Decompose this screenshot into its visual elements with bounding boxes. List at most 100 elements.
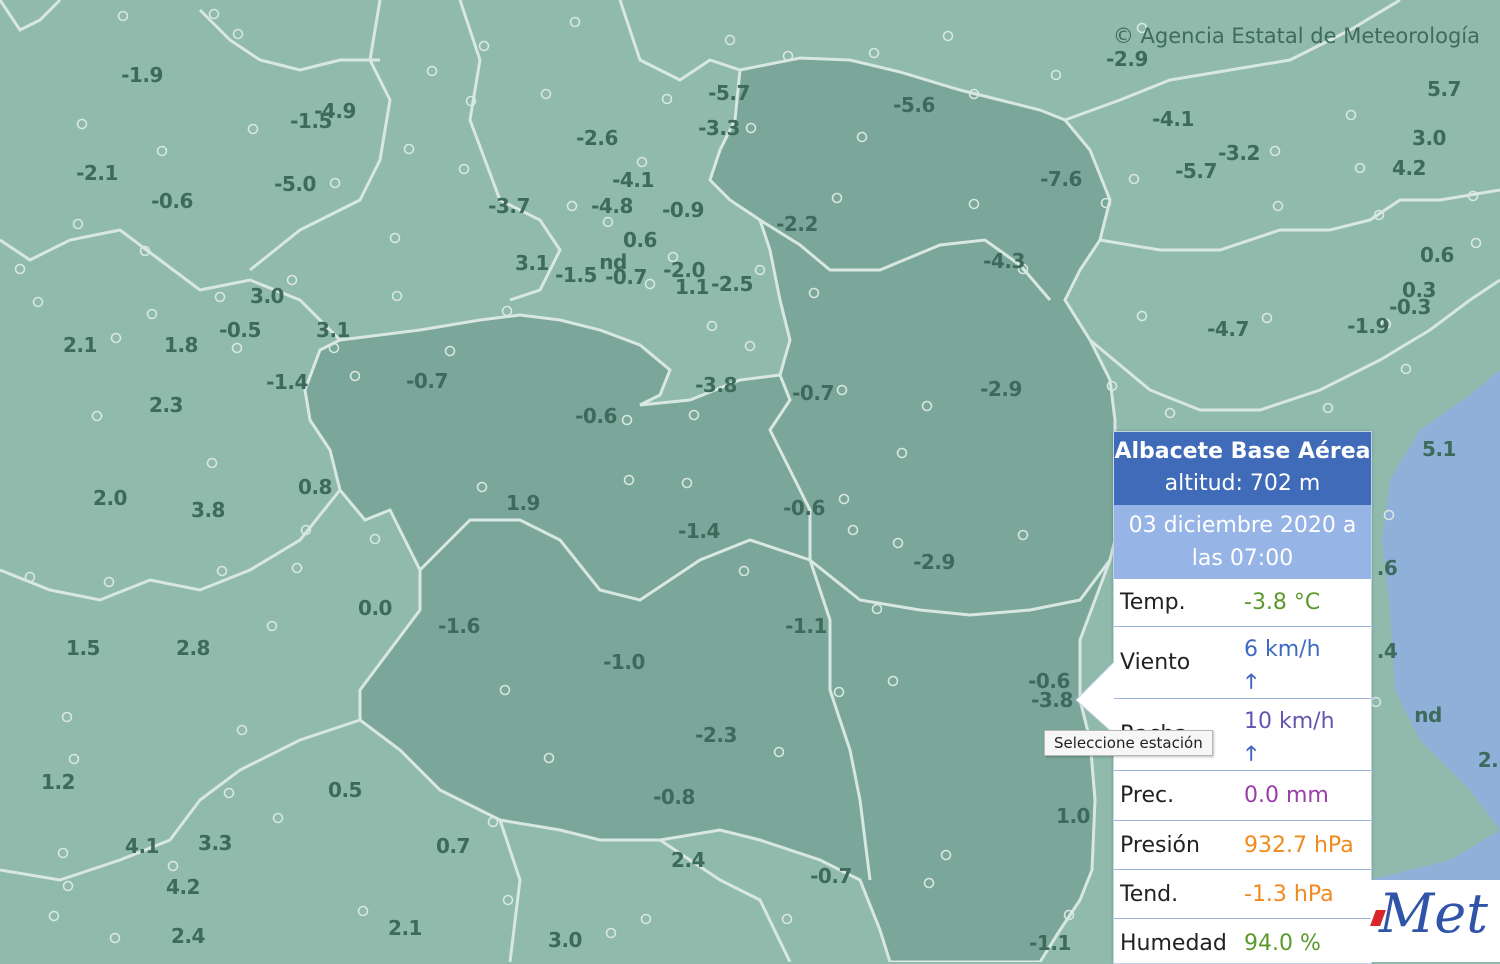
- row-value: -1.3 hPa: [1244, 881, 1334, 907]
- temperature-label[interactable]: nd: [1414, 703, 1442, 727]
- temperature-label[interactable]: 2.3: [149, 393, 183, 417]
- temperature-label[interactable]: 2.4: [671, 848, 705, 872]
- temperature-label[interactable]: -0.7: [406, 369, 448, 393]
- temperature-label[interactable]: 3.0: [548, 928, 582, 952]
- temperature-label[interactable]: -0.7: [810, 864, 852, 888]
- temperature-label[interactable]: -1.0: [603, 650, 645, 674]
- temperature-label[interactable]: -5.7: [1175, 159, 1217, 183]
- temperature-label[interactable]: 4.1: [125, 834, 159, 858]
- temperature-label[interactable]: 4.2: [166, 875, 200, 899]
- temperature-label[interactable]: -0.8: [653, 785, 695, 809]
- temperature-label[interactable]: -0.6: [783, 496, 825, 520]
- temperature-label[interactable]: -1.5: [555, 263, 597, 287]
- temperature-label[interactable]: -4.8: [591, 194, 633, 218]
- row-value: 0.0 mm: [1244, 783, 1329, 808]
- popup-header: Albacete Base Aérea altitud: 702 m: [1114, 432, 1371, 505]
- row-value: -3.8 °C: [1244, 590, 1321, 615]
- temperature-label[interactable]: 2.: [1478, 748, 1499, 772]
- temperature-label[interactable]: -0.6: [575, 404, 617, 428]
- date-line-1: 03 diciembre 2020 a: [1128, 513, 1357, 538]
- temperature-label[interactable]: 1.5: [66, 636, 100, 660]
- temperature-label[interactable]: -1.4: [266, 370, 308, 394]
- temperature-label[interactable]: -2.1: [76, 161, 118, 185]
- temperature-label[interactable]: -1.1: [785, 614, 827, 638]
- row-value: 10 km/h: [1244, 709, 1335, 734]
- temperature-label[interactable]: -1.6: [438, 614, 480, 638]
- temperature-label[interactable]: -2.2: [776, 212, 818, 236]
- temperature-label[interactable]: -1.4: [678, 519, 720, 543]
- temperature-label[interactable]: -3.8: [1031, 688, 1073, 712]
- row-tendency: Tend. -1.3 hPa: [1114, 869, 1371, 918]
- temperature-label[interactable]: -1.9: [1347, 314, 1389, 338]
- temperature-label[interactable]: -0.5: [219, 318, 261, 342]
- temperature-label[interactable]: -2.9: [980, 377, 1022, 401]
- temperature-label[interactable]: -4.3: [983, 249, 1025, 273]
- temperature-label[interactable]: 2.1: [63, 333, 97, 357]
- temperature-label[interactable]: -2.3: [695, 723, 737, 747]
- temperature-label[interactable]: -1.9: [121, 63, 163, 87]
- temperature-label[interactable]: 0.0: [358, 596, 392, 620]
- temperature-label[interactable]: -0.3: [1389, 295, 1431, 319]
- temperature-label[interactable]: 5.1: [1422, 437, 1456, 461]
- temperature-label[interactable]: -2.9: [1106, 47, 1148, 71]
- temperature-label[interactable]: 3.0: [250, 284, 284, 308]
- temperature-label[interactable]: -4.1: [1152, 107, 1194, 131]
- temperature-label[interactable]: 2.1: [388, 916, 422, 940]
- temperature-label[interactable]: 0.8: [298, 475, 332, 499]
- temperature-label[interactable]: 3.0: [1412, 126, 1446, 150]
- temperature-label[interactable]: -5.7: [708, 81, 750, 105]
- temperature-label[interactable]: -2.5: [711, 272, 753, 296]
- temperature-label[interactable]: 0.5: [328, 778, 362, 802]
- row-pressure: Presión 932.7 hPa: [1114, 820, 1371, 869]
- temperature-label[interactable]: -0.9: [662, 198, 704, 222]
- temperature-label[interactable]: 0.7: [436, 834, 470, 858]
- station-popup[interactable]: Albacete Base Aérea altitud: 702 m 03 di…: [1113, 431, 1372, 964]
- temperature-label[interactable]: -3.3: [698, 116, 740, 140]
- temperature-label[interactable]: 2.0: [93, 486, 127, 510]
- temperature-label[interactable]: 0.6: [1420, 243, 1454, 267]
- temperature-label[interactable]: -1.1: [1029, 931, 1071, 955]
- row-wind: Viento 6 km/h 🡑: [1114, 626, 1371, 698]
- temperature-label[interactable]: 0.6: [623, 228, 657, 252]
- temperature-label[interactable]: 3.1: [515, 251, 549, 275]
- row-label: Tend.: [1120, 881, 1179, 907]
- temperature-label[interactable]: -2.6: [576, 126, 618, 150]
- temperature-label[interactable]: -0.6: [151, 189, 193, 213]
- temperature-label[interactable]: -4.7: [1207, 317, 1249, 341]
- temperature-label[interactable]: -5.6: [893, 93, 935, 117]
- temperature-label[interactable]: -0.7: [605, 265, 647, 289]
- temperature-label[interactable]: -5.0: [274, 172, 316, 196]
- date-line-2: las 07:00: [1191, 546, 1294, 571]
- temperature-label[interactable]: 1.8: [164, 333, 198, 357]
- temperature-label[interactable]: -4.1: [612, 168, 654, 192]
- temperature-label[interactable]: -7.6: [1040, 167, 1082, 191]
- aemet-logo: Met: [1370, 880, 1500, 962]
- popup-date: 03 diciembre 2020 a las 07:00: [1114, 505, 1371, 578]
- temperature-label[interactable]: 1.1: [675, 275, 709, 299]
- temperature-label[interactable]: -2.9: [913, 550, 955, 574]
- temperature-label[interactable]: 3.3: [198, 831, 232, 855]
- row-label: Humedad: [1120, 930, 1227, 956]
- row-label: Viento: [1120, 650, 1191, 675]
- temperature-label[interactable]: 1.9: [506, 491, 540, 515]
- popup-pointer: [1075, 662, 1115, 734]
- row-label: Prec.: [1120, 783, 1175, 808]
- temperature-label[interactable]: .6: [1377, 556, 1398, 580]
- temperature-label[interactable]: 5.7: [1427, 77, 1461, 101]
- row-label: Temp.: [1120, 590, 1186, 615]
- temperature-label[interactable]: 3.8: [191, 498, 225, 522]
- temperature-label[interactable]: 1.2: [41, 770, 75, 794]
- temperature-label[interactable]: 4.2: [1392, 156, 1426, 180]
- temperature-label[interactable]: -0.7: [792, 381, 834, 405]
- temperature-label[interactable]: -3.7: [488, 194, 530, 218]
- temperature-label[interactable]: -3.8: [695, 373, 737, 397]
- temperature-label[interactable]: 2.4: [171, 924, 205, 948]
- temperature-label[interactable]: 3.1: [316, 318, 350, 342]
- temperature-label[interactable]: 2.8: [176, 636, 210, 660]
- station-altitude: altitud: 702 m: [1164, 471, 1321, 496]
- temperature-label[interactable]: 1.0: [1056, 804, 1090, 828]
- temperature-label[interactable]: -3.2: [1218, 141, 1260, 165]
- temperature-label[interactable]: -4.9: [314, 99, 356, 123]
- wind-arrow-icon: 🡑: [1246, 669, 1257, 693]
- temperature-label[interactable]: .4: [1377, 639, 1398, 663]
